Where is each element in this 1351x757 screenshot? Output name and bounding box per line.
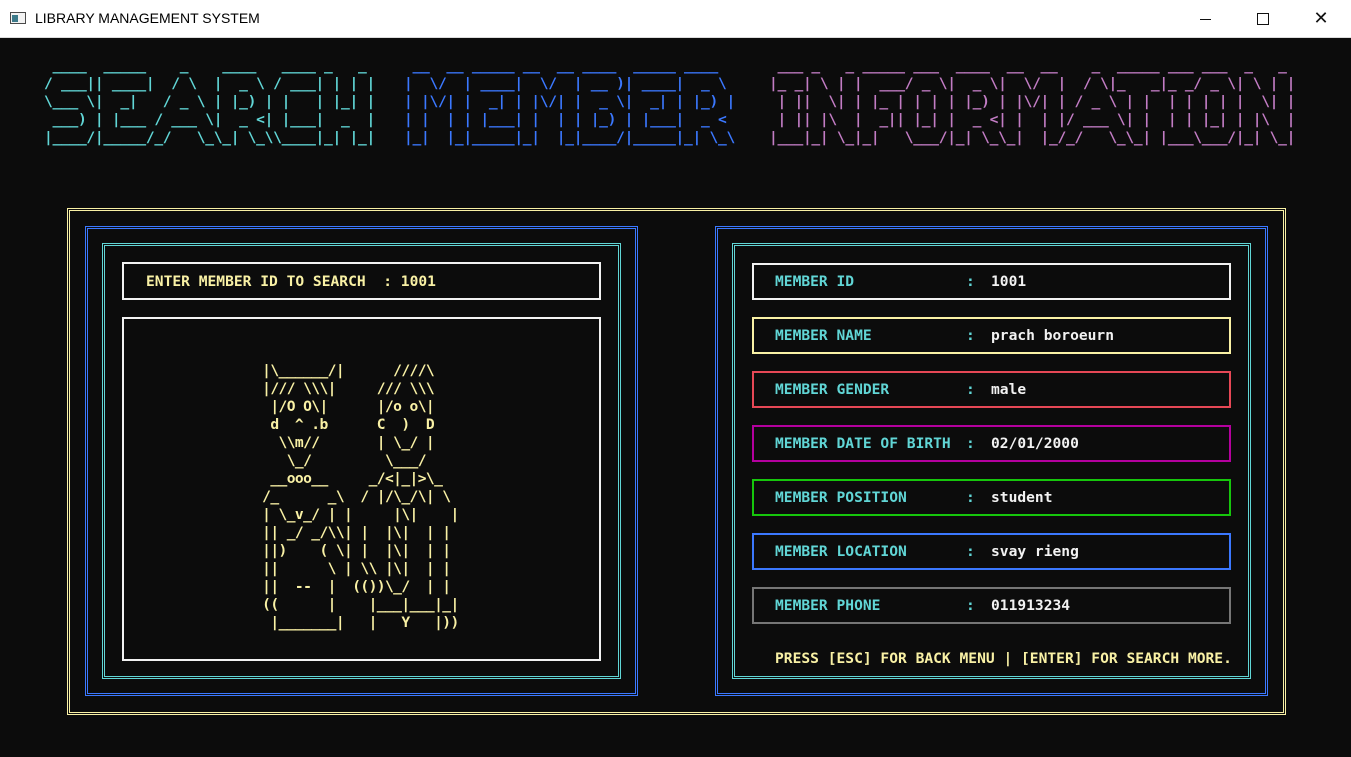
member-gender-value: male <box>991 381 1027 398</box>
member-location-value: svay rieng <box>991 543 1079 560</box>
banner-word-search: ____ _____ _ ____ ____ _ _ / ___|| ____|… <box>44 57 375 146</box>
member-dob-label: MEMBER DATE OF BIRTH <box>775 435 951 452</box>
member-phone-label: MEMBER PHONE <box>775 597 881 614</box>
minimize-button[interactable] <box>1176 0 1234 38</box>
banner-word-member: __ __ _____ __ __ ____ _____ ____ | \/ |… <box>404 57 735 146</box>
member-phone-row: MEMBER PHONE : 011913234 <box>752 587 1231 624</box>
window-titlebar: LIBRARY MANAGEMENT SYSTEM ✕ <box>0 0 1351 38</box>
member-phone-value: 011913234 <box>991 597 1071 614</box>
field-separator: : <box>966 327 975 344</box>
search-member-id-label: ENTER MEMBER ID TO SEARCH : 1001 <box>146 273 436 290</box>
member-id-value: 1001 <box>991 273 1027 290</box>
member-position-row: MEMBER POSITION : student <box>752 479 1231 516</box>
field-separator: : <box>966 435 975 452</box>
console-app-icon <box>10 12 26 24</box>
member-dob-value: 02/01/2000 <box>991 435 1079 452</box>
member-id-row: MEMBER ID : 1001 <box>752 263 1231 300</box>
member-gender-label: MEMBER GENDER <box>775 381 890 398</box>
field-separator: : <box>966 381 975 398</box>
window-title: LIBRARY MANAGEMENT SYSTEM <box>35 10 260 26</box>
member-id-label: MEMBER ID <box>775 273 855 290</box>
member-name-value: prach boroeurn <box>991 327 1115 344</box>
search-member-id-field[interactable]: ENTER MEMBER ID TO SEARCH : 1001 <box>122 262 601 300</box>
close-button[interactable]: ✕ <box>1292 0 1350 38</box>
field-separator: : <box>966 273 975 290</box>
field-separator: : <box>966 543 975 560</box>
ascii-art-frame: |\______/| ////\ |/// \\\| /// \\\ |/O O… <box>122 317 601 661</box>
maximize-button[interactable] <box>1234 0 1292 38</box>
maximize-icon <box>1257 13 1269 25</box>
close-icon: ✕ <box>1313 8 1329 29</box>
banner-word-information: ___ _ _ _____ ___ ____ __ __ _ _____ ___… <box>769 57 1296 146</box>
minimize-icon <box>1199 18 1211 20</box>
member-position-label: MEMBER POSITION <box>775 489 907 506</box>
field-separator: : <box>966 489 975 506</box>
keyboard-hint: PRESS [ESC] FOR BACK MENU | [ENTER] FOR … <box>775 650 1232 667</box>
member-location-row: MEMBER LOCATION : svay rieng <box>752 533 1231 570</box>
member-location-label: MEMBER LOCATION <box>775 543 907 560</box>
member-gender-row: MEMBER GENDER : male <box>752 371 1231 408</box>
member-dob-row: MEMBER DATE OF BIRTH : 02/01/2000 <box>752 425 1231 462</box>
member-name-label: MEMBER NAME <box>775 327 872 344</box>
field-separator: : <box>966 597 975 614</box>
page-title-banner: ____ _____ _ ____ ____ _ _ / ___|| ____|… <box>44 57 1329 187</box>
member-position-value: student <box>991 489 1053 506</box>
ascii-art-illustration: |\______/| ////\ |/// \\\| /// \\\ |/O O… <box>262 362 459 631</box>
member-name-row: MEMBER NAME : prach boroeurn <box>752 317 1231 354</box>
